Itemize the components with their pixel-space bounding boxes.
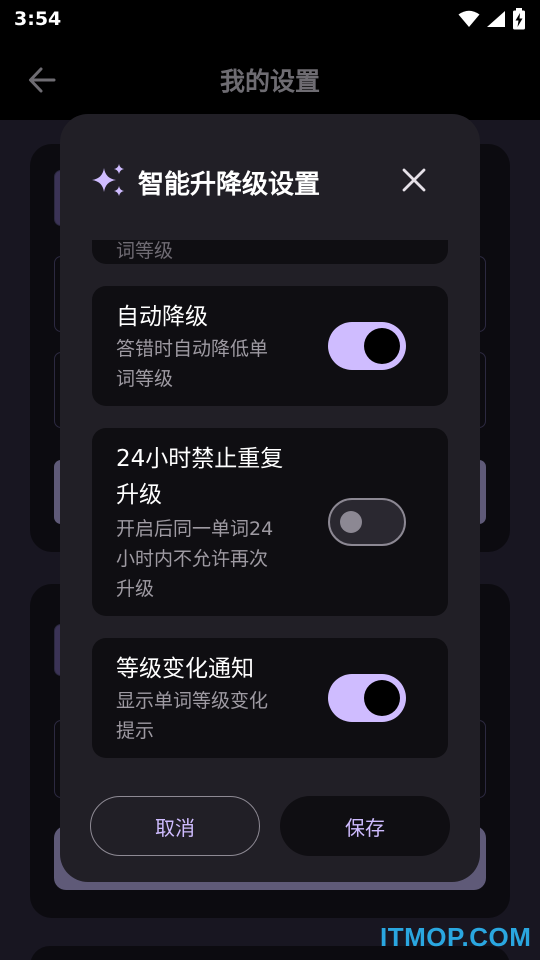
setting-desc-line: 升级 [116, 578, 155, 600]
no-repeat-upgrade-toggle[interactable] [328, 498, 406, 546]
setting-title-auto-downgrade: 自动降级 [116, 304, 208, 330]
setting-desc-line: 开启后同一单词24 [116, 518, 274, 540]
wifi-icon [458, 10, 480, 27]
setting-title-level-notification: 等级变化通知 [116, 656, 254, 682]
setting-desc-partial: 词等级 [116, 240, 174, 262]
status-bar: 3:54 [0, 0, 540, 38]
setting-desc-line: 小时内不允许再次 [116, 548, 269, 570]
setting-desc-line: 词等级 [116, 368, 174, 390]
level-notification-toggle[interactable] [328, 674, 406, 722]
top-app-bar: 我的设置 [0, 38, 540, 120]
dialog-title: 智能升降级设置 [138, 170, 321, 200]
setting-desc-line: 提示 [116, 720, 155, 742]
auto-downgrade-toggle[interactable] [328, 322, 406, 370]
toggle-knob [364, 328, 400, 364]
setting-card-auto-downgrade: 自动降级 答错时自动降低单 词等级 [92, 286, 448, 406]
toggle-knob [364, 680, 400, 716]
setting-card-partial: 词等级 [92, 240, 448, 264]
setting-title-line: 升级 [116, 482, 162, 508]
setting-title-line: 24小时禁止重复 [116, 446, 284, 472]
setting-card-level-notification: 等级变化通知 显示单词等级变化 提示 [92, 638, 448, 758]
setting-desc-line: 答错时自动降低单 [116, 338, 269, 360]
toggle-knob [340, 511, 362, 533]
settings-list[interactable]: 词等级 自动降级 答错时自动降低单 词等级 24小时禁止重复 升级 开启后同一单… [60, 240, 480, 770]
dialog-header: 智能升降级设置 [60, 114, 480, 240]
smart-level-dialog: 智能升降级设置 词等级 自动降级 答错时自动降低单 词等级 24小时禁止重复 升… [60, 114, 480, 882]
battery-charging-icon [513, 8, 525, 30]
watermark-text: ITMOP.COM [380, 922, 532, 952]
close-icon [402, 168, 426, 192]
page-title: 我的设置 [219, 67, 320, 96]
save-button[interactable]: 保存 [280, 796, 450, 856]
status-icons [458, 8, 526, 30]
status-time: 3:54 [14, 8, 62, 30]
sparkle-icon [92, 164, 124, 196]
close-button[interactable] [396, 162, 432, 198]
setting-card-24h-no-repeat: 24小时禁止重复 升级 开启后同一单词24 小时内不允许再次 升级 [92, 428, 448, 616]
setting-desc-line: 显示单词等级变化 [116, 690, 269, 712]
signal-icon [487, 11, 505, 27]
cancel-button[interactable]: 取消 [90, 796, 260, 856]
